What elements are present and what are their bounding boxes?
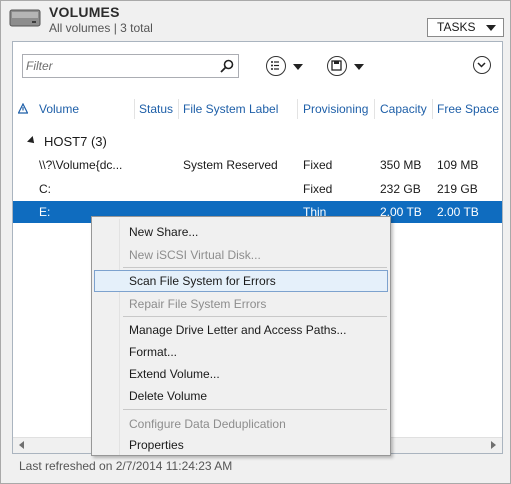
menu-item-delete-volume[interactable]: Delete Volume [94,385,388,407]
menu-item-label: Repair File System Errors [129,297,267,311]
view-options-button[interactable] [266,56,286,76]
chevron-down-icon [486,25,496,31]
menu-item-label: Format... [129,345,178,359]
menu-item-label: Scan File System for Errors [129,274,276,288]
chevron-down-icon [477,62,486,68]
label-cell: System Reserved [183,158,278,172]
column-header-volume[interactable]: Volume [39,102,79,116]
column-header-free-space[interactable]: Free Space [437,102,499,116]
scroll-right-icon[interactable] [491,441,496,449]
save-icon [331,60,342,71]
column-headers: Volume Status File System Label Provisio… [13,96,502,122]
provisioning-cell: Fixed [303,158,333,172]
group-header[interactable]: HOST7 (3) [13,130,502,152]
menu-item-label: New iSCSI Virtual Disk... [129,248,261,262]
menu-separator [123,267,387,268]
capacity-cell: 350 MB [380,158,422,172]
table-row[interactable]: \\?\Volume{dc... System Reserved Fixed 3… [13,154,502,176]
column-header-provisioning[interactable]: Provisioning [303,102,368,116]
volumes-window: VOLUMES All volumes | 3 total TASKS Filt… [0,0,511,484]
column-divider[interactable] [134,99,135,119]
column-divider[interactable] [297,99,298,119]
menu-item-label: New Share... [129,225,199,239]
collapse-icon[interactable] [27,136,37,146]
column-divider[interactable] [178,99,179,119]
volume-cell: C: [39,182,51,196]
tasks-button[interactable]: TASKS [427,18,504,37]
context-menu: New Share... New iSCSI Virtual Disk... S… [91,216,391,456]
menu-item-new-share[interactable]: New Share... [94,221,388,243]
free-space-cell: 2.00 TB [437,205,479,219]
menu-separator [123,316,387,317]
view-options-dropdown-icon[interactable] [293,64,303,70]
page-title: VOLUMES [49,4,120,20]
menu-item-scan-errors[interactable]: Scan File System for Errors [94,270,388,292]
free-space-cell: 219 GB [437,182,478,196]
menu-item-label: Delete Volume [129,389,208,403]
menu-item-label: Properties [129,438,184,452]
provisioning-cell: Fixed [303,182,333,196]
column-header-file-system-label[interactable]: File System Label [183,102,278,116]
menu-item-properties[interactable]: Properties [94,434,388,456]
menu-item-manage-drive-letter[interactable]: Manage Drive Letter and Access Paths... [94,319,388,341]
column-divider[interactable] [432,99,433,119]
save-query-button[interactable] [327,56,347,76]
warning-icon[interactable] [18,103,28,115]
drive-icon [9,9,41,27]
menu-separator [123,409,387,410]
search-icon[interactable] [220,59,234,73]
scroll-left-icon[interactable] [19,441,24,449]
filter-input[interactable] [26,57,216,75]
header: VOLUMES All volumes | 3 total TASKS [1,1,510,41]
table-row[interactable]: C: Fixed 232 GB 219 GB [13,178,502,200]
menu-item-label: Configure Data Deduplication [129,417,286,431]
menu-item-label: Manage Drive Letter and Access Paths... [129,323,347,337]
menu-item-repair-errors: Repair File System Errors [94,293,388,315]
menu-item-new-iscsi: New iSCSI Virtual Disk... [94,244,388,266]
menu-item-extend-volume[interactable]: Extend Volume... [94,363,388,385]
menu-item-format[interactable]: Format... [94,341,388,363]
volume-cell: \\?\Volume{dc... [39,158,123,172]
column-header-status[interactable]: Status [139,102,173,116]
list-icon [271,61,279,70]
column-divider[interactable] [374,99,375,119]
page-subtitle: All volumes | 3 total [49,21,153,35]
menu-item-configure-dedup: Configure Data Deduplication [94,413,388,435]
free-space-cell: 109 MB [437,158,479,172]
group-label: HOST7 (3) [44,134,107,149]
menu-item-label: Extend Volume... [129,367,220,381]
expand-button[interactable] [473,56,491,74]
capacity-cell: 232 GB [380,182,421,196]
save-query-dropdown-icon[interactable] [354,64,364,70]
filter-box[interactable] [22,54,239,78]
tasks-label: TASKS [437,20,476,34]
status-bar: Last refreshed on 2/7/2014 11:24:23 AM [19,459,233,473]
column-header-capacity[interactable]: Capacity [380,102,427,116]
